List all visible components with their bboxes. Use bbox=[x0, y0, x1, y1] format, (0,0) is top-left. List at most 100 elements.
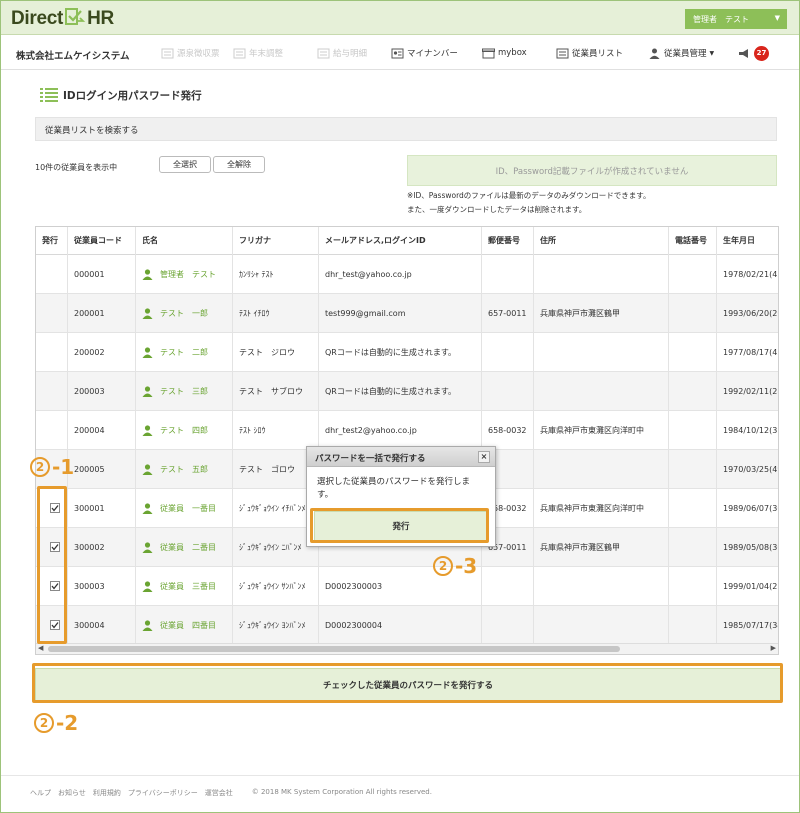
employee-name-cell: 従業員 四番目 bbox=[136, 606, 233, 644]
employee-name-link[interactable]: テスト 五郎 bbox=[160, 464, 208, 475]
phone-cell bbox=[669, 567, 717, 605]
employee-name-link[interactable]: 従業員 四番目 bbox=[160, 620, 216, 631]
employee-name-link[interactable]: テスト 四郎 bbox=[160, 425, 208, 436]
issue-checkbox[interactable] bbox=[50, 503, 60, 513]
nav-item-payslip[interactable]: 給与明細 bbox=[317, 44, 367, 62]
nav-item-employee-list[interactable]: 従業員リスト bbox=[556, 44, 623, 62]
birthdate-cell: 1992/02/11(28 bbox=[717, 372, 778, 410]
col-kana[interactable]: フリガナ bbox=[233, 227, 319, 255]
phone-cell bbox=[669, 450, 717, 488]
birthdate-cell: 1989/06/07(30 bbox=[717, 489, 778, 527]
employee-name-link[interactable]: 管理者 テスト bbox=[160, 269, 216, 280]
megaphone-icon bbox=[739, 48, 748, 58]
nav-item-label: マイナンバー bbox=[407, 49, 458, 59]
checkmark-icon bbox=[51, 583, 59, 590]
scroll-right-icon[interactable]: ▶ bbox=[771, 644, 776, 652]
phone-cell bbox=[669, 489, 717, 527]
person-icon bbox=[142, 385, 153, 397]
document-icon bbox=[233, 48, 246, 58]
footer-link-terms[interactable]: 利用規約 bbox=[93, 788, 121, 798]
logo-mark-icon bbox=[65, 8, 86, 25]
nav-item-mynumber[interactable]: マイナンバー bbox=[391, 44, 458, 62]
email-cell: D0002300004 bbox=[319, 606, 482, 644]
table-row: 300003 従業員 三番目 ｼﾞｭｳｷﾞｮｳｲﾝ ｻﾝﾊﾞﾝﾒ D000230000… bbox=[36, 567, 778, 606]
col-address[interactable]: 住所 bbox=[534, 227, 669, 255]
employee-name-link[interactable]: 従業員 一番目 bbox=[160, 503, 216, 514]
birthdate-cell: 1985/07/17(34 bbox=[717, 606, 778, 644]
file-status-button[interactable]: ID、Password記載ファイルが作成されていません bbox=[407, 155, 777, 186]
address-cell: 兵庫県神戸市灘区鶴甲 bbox=[534, 294, 669, 332]
address-cell: 兵庫県神戸市灘区鶴甲 bbox=[534, 528, 669, 566]
person-icon bbox=[142, 502, 153, 514]
address-cell bbox=[534, 333, 669, 371]
select-all-button[interactable]: 全選択 bbox=[159, 156, 211, 173]
employee-name-link[interactable]: テスト 三郎 bbox=[160, 386, 208, 397]
furigana-cell: テスト サブロウ bbox=[233, 372, 319, 410]
issue-checkbox[interactable] bbox=[50, 581, 60, 591]
col-name[interactable]: 氏名 bbox=[136, 227, 233, 255]
caret-down-icon: ▼ bbox=[774, 14, 780, 22]
email-cell: QRコードは自動的に生成されます。 bbox=[319, 372, 482, 410]
admin-label: 管理者 テスト bbox=[693, 14, 749, 24]
nav-item-withholding[interactable]: 源泉徴収票 bbox=[161, 44, 220, 62]
dialog-issue-button[interactable]: 発行 bbox=[314, 511, 488, 541]
annotation-circle: 2 bbox=[30, 457, 50, 477]
employee-name-link[interactable]: テスト 一郎 bbox=[160, 308, 208, 319]
footer-link-help[interactable]: ヘルプ bbox=[30, 788, 51, 798]
col-birth[interactable]: 生年月日 bbox=[717, 227, 778, 255]
close-icon[interactable]: × bbox=[478, 451, 490, 463]
employee-name-link[interactable]: 従業員 三番目 bbox=[160, 581, 216, 592]
employee-table: 発行 従業員コード 氏名 フリガナ メールアドレス,ログインID 郵便番号 住所… bbox=[35, 226, 779, 655]
nav-item-year-end[interactable]: 年末調整 bbox=[233, 44, 283, 62]
scrollbar-thumb[interactable] bbox=[48, 646, 620, 652]
email-cell: dhr_test@yahoo.co.jp bbox=[319, 255, 482, 293]
employee-code-cell: 200001 bbox=[68, 294, 136, 332]
col-email[interactable]: メールアドレス,ログインID bbox=[319, 227, 482, 255]
notification-button[interactable]: 27 bbox=[738, 44, 769, 62]
issue-checkbox[interactable] bbox=[50, 542, 60, 552]
footer-link-news[interactable]: お知らせ bbox=[58, 788, 86, 798]
table-row: 200001 テスト 一郎 ﾃｽﾄ ｲﾁﾛｳ test999@gmail.com 657… bbox=[36, 294, 778, 333]
phone-cell bbox=[669, 255, 717, 293]
nav-item-employee-management[interactable]: 従業員管理 ▼ bbox=[648, 44, 714, 62]
col-phone[interactable]: 電話番号 bbox=[669, 227, 717, 255]
issue-checkbox[interactable] bbox=[50, 620, 60, 630]
issue-checkbox-cell bbox=[36, 372, 68, 410]
employee-name-link[interactable]: テスト 二郎 bbox=[160, 347, 208, 358]
phone-cell bbox=[669, 606, 717, 644]
deselect-all-button[interactable]: 全解除 bbox=[213, 156, 265, 173]
col-issue[interactable]: 発行 bbox=[36, 227, 68, 255]
table-header: 発行 従業員コード 氏名 フリガナ メールアドレス,ログインID 郵便番号 住所… bbox=[36, 227, 778, 255]
person-icon bbox=[142, 463, 153, 475]
logo-text-right: HR bbox=[87, 8, 114, 29]
address-cell: 兵庫県神戸市東灘区向洋町中 bbox=[534, 411, 669, 449]
annotation-suffix: -1 bbox=[52, 455, 75, 479]
employee-code-cell: 300004 bbox=[68, 606, 136, 644]
footer-link-company[interactable]: 運営会社 bbox=[205, 788, 233, 798]
table-row: 200002 テスト 二郎 テスト ジロウ QRコードは自動的に生成されます。 1977… bbox=[36, 333, 778, 372]
app-logo[interactable]: Direct HR bbox=[11, 7, 114, 30]
annotation-suffix: -2 bbox=[56, 711, 79, 735]
furigana-cell: ﾃｽﾄ ｼﾛｳ bbox=[233, 411, 319, 449]
col-code[interactable]: 従業員コード bbox=[68, 227, 136, 255]
nav-item-mybox[interactable]: mybox bbox=[482, 44, 527, 62]
admin-menu-button[interactable]: 管理者 テスト ▼ bbox=[685, 9, 787, 29]
email-cell: test999@gmail.com bbox=[319, 294, 482, 332]
col-zip[interactable]: 郵便番号 bbox=[482, 227, 534, 255]
dialog-title-bar: パスワードを一括で発行する × bbox=[307, 447, 495, 467]
phone-cell bbox=[669, 372, 717, 410]
issue-checkbox-cell bbox=[36, 489, 68, 527]
scroll-left-icon[interactable]: ◀ bbox=[38, 644, 43, 652]
footer: ヘルプ お知らせ 利用規約 プライバシーポリシー 運営会社 © 2018 MK … bbox=[30, 788, 432, 798]
issue-checked-passwords-button[interactable]: チェックした従業員のパスワードを発行する bbox=[35, 668, 781, 702]
nav-item-label: 従業員管理 bbox=[664, 49, 707, 59]
caret-down-icon: ▼ bbox=[709, 49, 715, 57]
employee-search-toggle[interactable]: 従業員リストを検索する bbox=[35, 117, 777, 141]
list-icon bbox=[40, 88, 58, 102]
footer-link-privacy[interactable]: プライバシーポリシー bbox=[128, 788, 198, 798]
horizontal-scrollbar[interactable]: ◀ ▶ bbox=[36, 643, 778, 654]
employee-name-link[interactable]: 従業員 二番目 bbox=[160, 542, 216, 553]
zip-cell bbox=[482, 567, 534, 605]
nav-item-label: mybox bbox=[498, 48, 527, 58]
document-icon bbox=[161, 48, 174, 58]
